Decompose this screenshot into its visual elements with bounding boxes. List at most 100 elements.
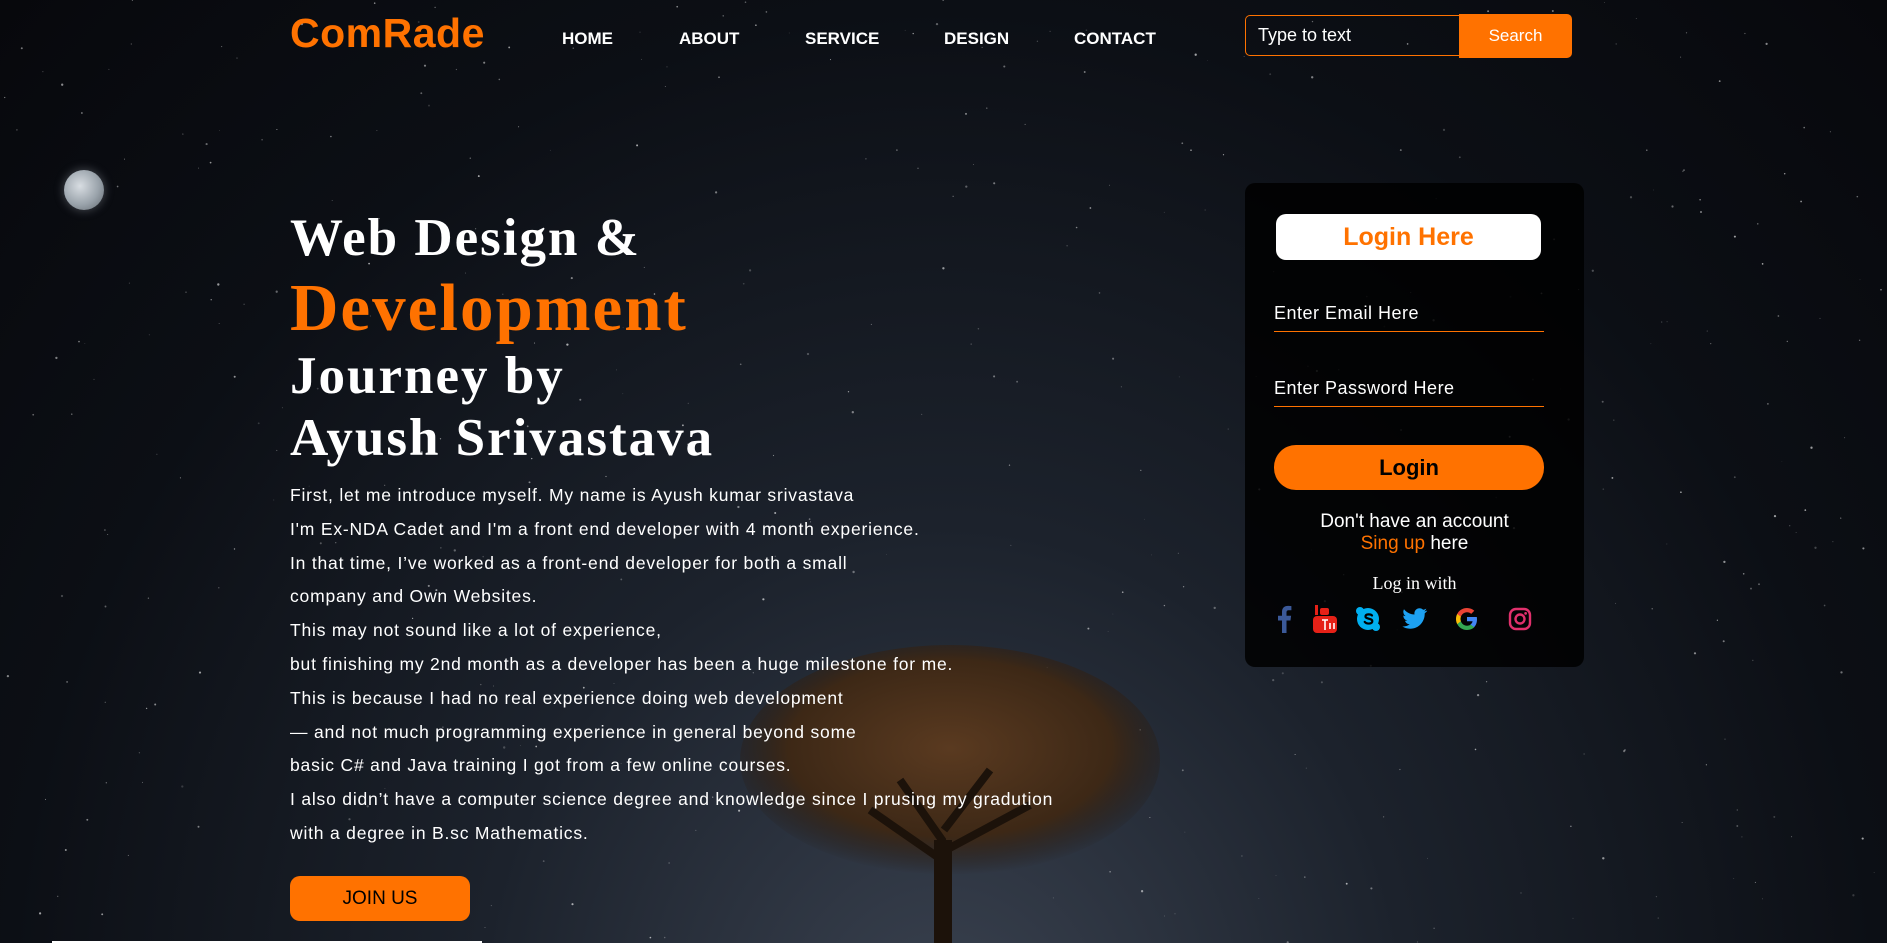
facebook-icon[interactable] — [1270, 604, 1298, 634]
star — [765, 11, 768, 13]
twitter-icon[interactable] — [1401, 604, 1429, 634]
star — [986, 107, 988, 109]
star — [1184, 831, 1186, 833]
star — [1144, 518, 1145, 520]
nav-design[interactable]: DESIGN — [944, 29, 1009, 49]
brand-logo[interactable]: ComRade — [290, 10, 485, 57]
star — [1294, 754, 1296, 755]
star — [1181, 769, 1184, 772]
star — [714, 191, 718, 194]
signup-link[interactable]: Sing up — [1361, 533, 1425, 554]
search-input[interactable] — [1245, 15, 1459, 56]
star — [1213, 606, 1216, 610]
star — [1752, 659, 1754, 662]
star — [42, 71, 44, 73]
star — [1623, 750, 1626, 753]
star — [1383, 816, 1385, 818]
star — [1140, 890, 1144, 893]
star — [1682, 170, 1684, 173]
star — [1304, 876, 1306, 878]
email-field[interactable] — [1274, 296, 1544, 332]
star — [1624, 749, 1626, 751]
star — [1733, 878, 1735, 879]
skype-icon[interactable] — [1354, 604, 1382, 634]
star — [1861, 837, 1864, 840]
star — [181, 785, 184, 788]
star — [1204, 209, 1206, 211]
instagram-icon[interactable] — [1506, 604, 1534, 634]
star — [1164, 915, 1166, 917]
intro-line: This may not sound like a lot of experie… — [290, 620, 662, 641]
hero-title-line-1: Web Design & — [290, 209, 641, 267]
join-us-button[interactable]: JOIN US — [290, 876, 470, 921]
star — [148, 334, 151, 336]
signup-suffix: here — [1425, 533, 1469, 554]
star — [1089, 207, 1092, 209]
star — [993, 375, 996, 378]
star — [1858, 339, 1861, 341]
star — [1272, 678, 1275, 682]
star — [205, 143, 208, 146]
search-button[interactable]: Search — [1459, 14, 1572, 58]
nav-about[interactable]: ABOUT — [679, 29, 739, 49]
password-field[interactable] — [1274, 371, 1544, 407]
star — [78, 340, 80, 343]
star — [942, 0, 945, 1]
login-button[interactable]: Login — [1274, 445, 1544, 490]
star — [1852, 894, 1855, 897]
star — [666, 66, 668, 68]
star — [331, 199, 333, 202]
star — [1601, 400, 1604, 403]
star — [1149, 817, 1151, 818]
star — [420, 92, 423, 95]
star — [1766, 402, 1769, 405]
star — [236, 57, 238, 59]
star — [1651, 608, 1653, 610]
google-icon[interactable] — [1453, 604, 1481, 634]
star — [179, 477, 181, 479]
star — [1650, 343, 1652, 345]
intro-line: but finishing my 2nd month as a develope… — [290, 653, 954, 674]
star — [870, 323, 872, 325]
star — [1819, 317, 1821, 319]
intro-line: with a degree in B.sc Mathematics. — [290, 822, 589, 843]
star — [141, 781, 144, 783]
social-login-icons — [1245, 604, 1584, 634]
star — [829, 59, 832, 61]
star — [1671, 205, 1674, 208]
star — [917, 167, 919, 169]
star — [1762, 898, 1763, 900]
star — [1773, 515, 1777, 518]
star — [1722, 640, 1725, 643]
nav-contact[interactable]: CONTACT — [1074, 29, 1156, 49]
star — [1305, 767, 1308, 769]
star — [1024, 123, 1026, 125]
star — [15, 128, 18, 131]
star — [1140, 469, 1142, 472]
star — [571, 903, 574, 906]
youtube-icon[interactable] — [1311, 604, 1339, 634]
star — [130, 43, 132, 45]
star — [1611, 476, 1614, 479]
star — [275, 290, 278, 293]
search-bar: Search — [1245, 14, 1572, 58]
star — [1139, 729, 1141, 731]
star — [1433, 927, 1435, 929]
star — [1458, 156, 1461, 159]
star — [1844, 437, 1846, 439]
nav-service[interactable]: SERVICE — [805, 29, 879, 49]
star — [1112, 613, 1114, 615]
star — [1655, 895, 1658, 898]
star — [103, 529, 106, 531]
star — [1744, 32, 1746, 35]
star — [1700, 211, 1702, 213]
star — [1781, 461, 1783, 462]
star — [1840, 671, 1843, 674]
star — [1646, 149, 1648, 151]
star — [1742, 573, 1745, 575]
nav-home[interactable]: HOME — [562, 29, 613, 49]
star — [145, 707, 148, 710]
star — [1194, 53, 1197, 56]
star — [1856, 195, 1859, 198]
star — [965, 112, 967, 115]
